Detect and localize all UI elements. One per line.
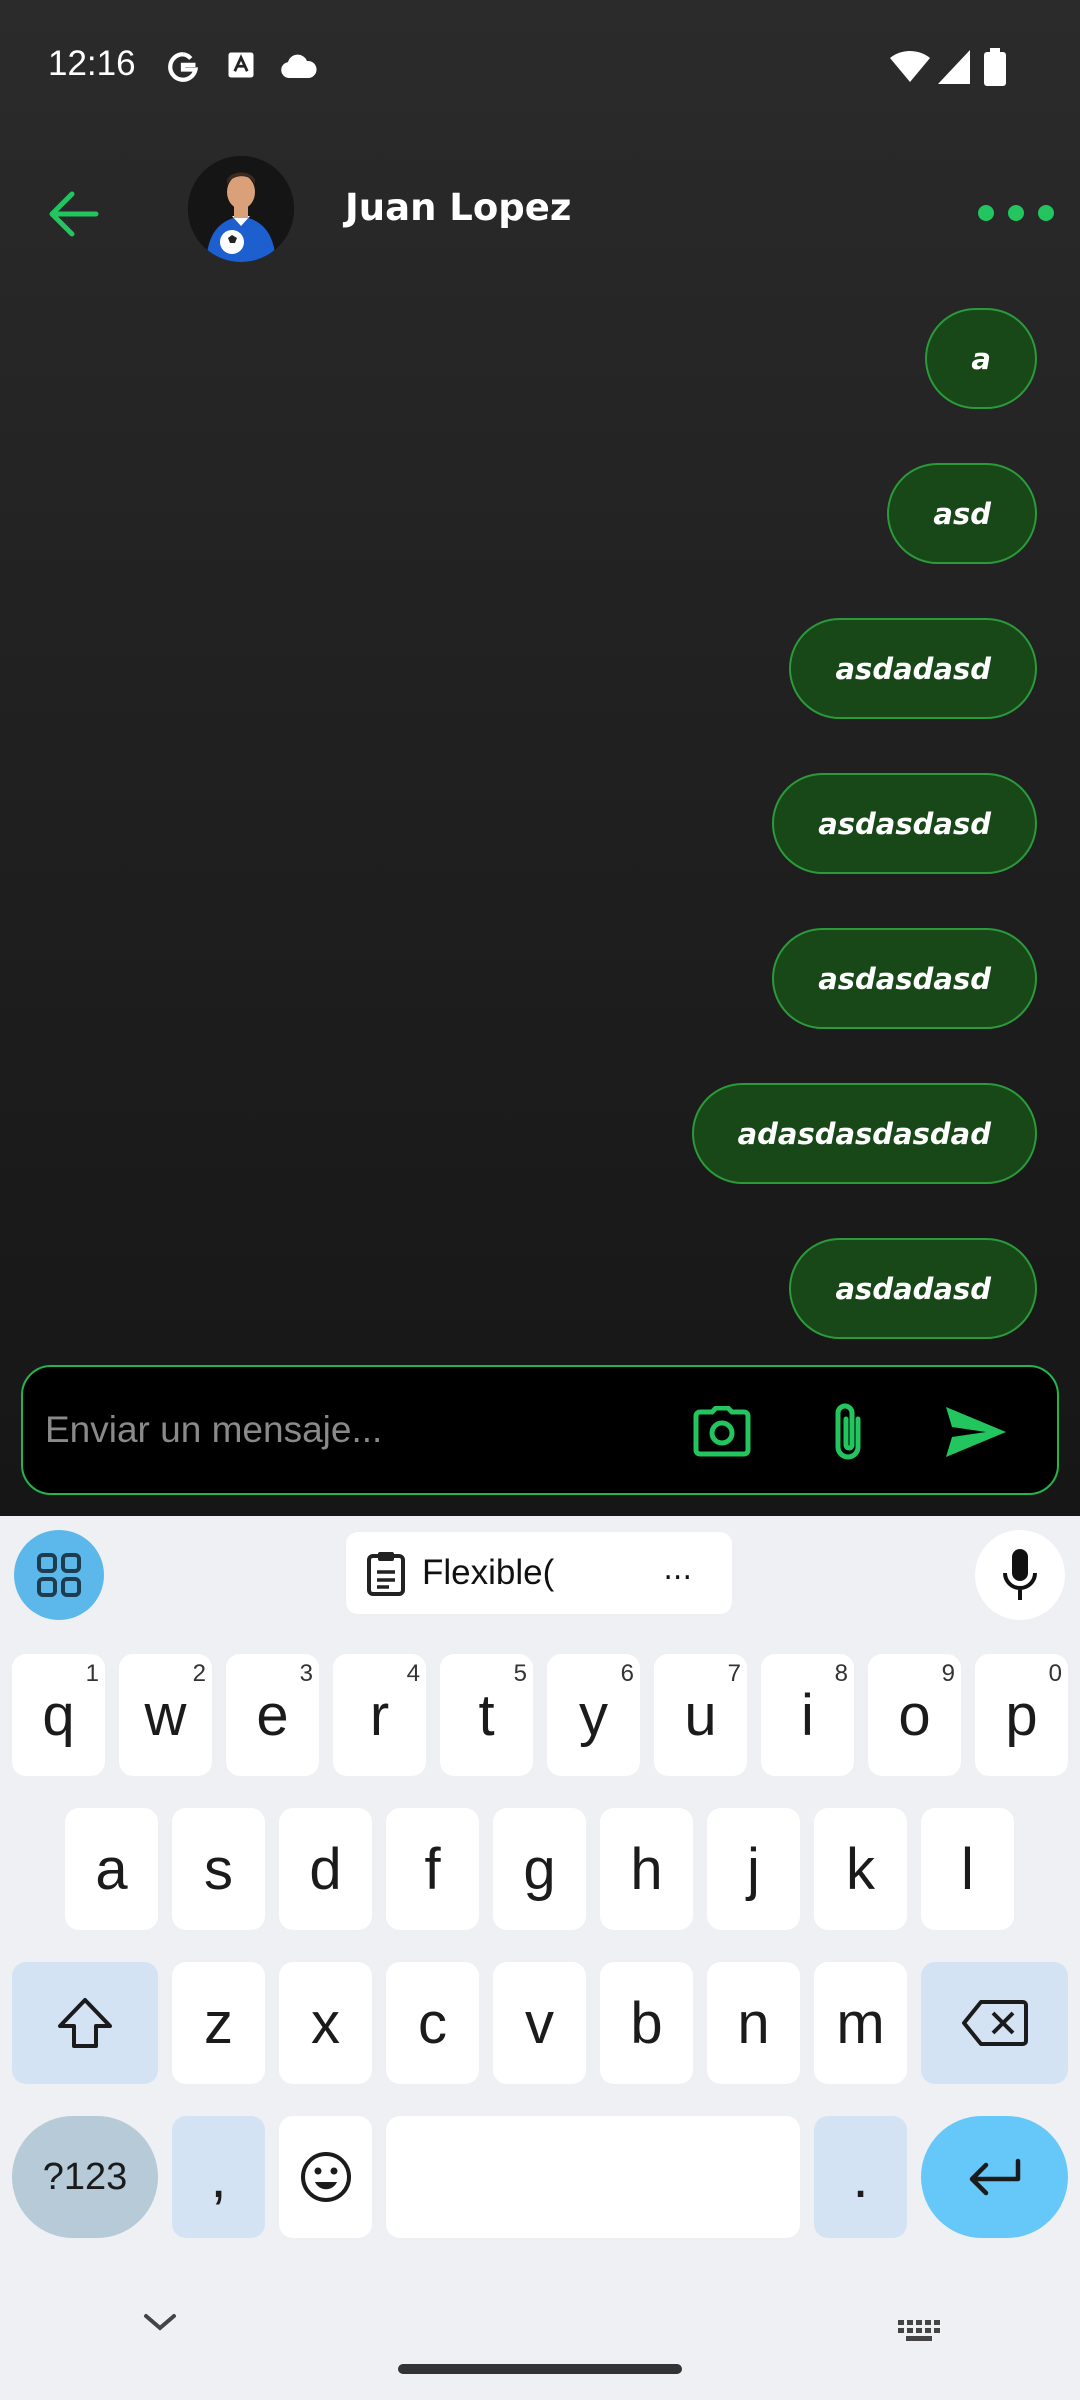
- message-bubble[interactable]: asdasdasd: [772, 928, 1037, 1029]
- send-icon: [946, 1407, 1006, 1457]
- emoji-icon: [300, 2152, 351, 2202]
- chat-screen: 12:16 Juan Lopez a asd asdadasd asdasdas…: [0, 0, 1080, 1516]
- clipboard-more: ...: [663, 1552, 692, 1587]
- key-r[interactable]: r4: [333, 1654, 426, 1776]
- key-t[interactable]: t5: [440, 1654, 533, 1776]
- keyboard-switch-icon[interactable]: [896, 2318, 944, 2344]
- status-time: 12:16: [48, 44, 136, 83]
- hide-keyboard-button[interactable]: [138, 2308, 182, 2336]
- camera-icon: [693, 1406, 751, 1457]
- key-i[interactable]: i8: [761, 1654, 854, 1776]
- soft-keyboard: Flexible( ... q1 w2 e3 r4 t5 y6 u7 i8 o9…: [0, 1516, 1080, 2400]
- message-bubble[interactable]: adasdasdasdad: [691, 1083, 1037, 1184]
- keyboard-menu-button[interactable]: [14, 1530, 104, 1620]
- key-v[interactable]: v: [493, 1962, 586, 2084]
- key-c[interactable]: c: [386, 1962, 479, 2084]
- key-k[interactable]: k: [814, 1808, 907, 1930]
- contact-name[interactable]: Juan Lopez: [345, 186, 571, 229]
- message-input[interactable]: [45, 1397, 665, 1463]
- backspace-key[interactable]: [921, 1962, 1068, 2084]
- key-n[interactable]: n: [707, 1962, 800, 2084]
- key-b[interactable]: b: [600, 1962, 693, 2084]
- signal-icon: [938, 50, 970, 84]
- key-w[interactable]: w2: [119, 1654, 212, 1776]
- microphone-icon: [1003, 1549, 1037, 1600]
- key-m[interactable]: m: [814, 1962, 907, 2084]
- key-u[interactable]: u7: [654, 1654, 747, 1776]
- shift-key[interactable]: [12, 1962, 158, 2084]
- dot-icon: [1038, 205, 1054, 221]
- camera-button[interactable]: [687, 1399, 757, 1465]
- key-g[interactable]: g: [493, 1808, 586, 1930]
- key-h[interactable]: h: [600, 1808, 693, 1930]
- attach-icon: [835, 1403, 861, 1460]
- key-f[interactable]: f: [386, 1808, 479, 1930]
- clipboard-suggestion[interactable]: Flexible( ...: [346, 1532, 732, 1614]
- key-q[interactable]: q1: [12, 1654, 105, 1776]
- key-x[interactable]: x: [279, 1962, 372, 2084]
- home-indicator[interactable]: [398, 2364, 682, 2374]
- message-bubble[interactable]: a: [925, 308, 1037, 409]
- symbols-key[interactable]: ?123: [12, 2116, 158, 2238]
- translate-icon: [228, 52, 254, 78]
- message-bubble[interactable]: asdadasd: [789, 1238, 1037, 1339]
- key-z[interactable]: z: [172, 1962, 265, 2084]
- enter-key[interactable]: [921, 2116, 1068, 2238]
- space-key[interactable]: [386, 2116, 800, 2238]
- message-bubble[interactable]: asd: [887, 463, 1037, 564]
- emoji-key[interactable]: [279, 2116, 372, 2238]
- contact-avatar[interactable]: [188, 156, 294, 262]
- key-l[interactable]: l: [921, 1808, 1014, 1930]
- attach-button[interactable]: [813, 1399, 883, 1465]
- back-button[interactable]: [40, 180, 108, 248]
- dot-icon: [978, 205, 994, 221]
- wifi-icon: [890, 50, 930, 82]
- send-button[interactable]: [941, 1399, 1011, 1465]
- clipboard-text: Flexible(: [422, 1553, 555, 1592]
- key-period[interactable]: .: [814, 2116, 907, 2238]
- message-bubble[interactable]: asdasdasd: [772, 773, 1037, 874]
- key-y[interactable]: y6: [547, 1654, 640, 1776]
- message-bubble[interactable]: asdadasd: [789, 618, 1037, 719]
- key-comma[interactable]: ,: [172, 2116, 265, 2238]
- voice-input-button[interactable]: [975, 1530, 1065, 1620]
- shift-icon: [58, 1998, 112, 2048]
- google-icon: [168, 52, 199, 82]
- clipboard-icon: [367, 1552, 405, 1596]
- key-j[interactable]: j: [707, 1808, 800, 1930]
- cloud-icon: [281, 54, 317, 78]
- backspace-icon: [961, 2000, 1028, 2046]
- battery-icon: [984, 48, 1006, 86]
- key-o[interactable]: o9: [868, 1654, 961, 1776]
- key-p[interactable]: p0: [975, 1654, 1068, 1776]
- enter-icon: [969, 2158, 1020, 2196]
- grid-icon: [37, 1553, 81, 1597]
- key-a[interactable]: a: [65, 1808, 158, 1930]
- status-bar: 12:16: [0, 0, 1080, 136]
- more-options-button[interactable]: [978, 184, 1054, 242]
- message-composer: [21, 1365, 1059, 1495]
- key-s[interactable]: s: [172, 1808, 265, 1930]
- key-d[interactable]: d: [279, 1808, 372, 1930]
- chat-header: Juan Lopez: [0, 136, 1080, 286]
- avatar-image: [188, 156, 294, 262]
- dot-icon: [1008, 205, 1024, 221]
- key-e[interactable]: e3: [226, 1654, 319, 1776]
